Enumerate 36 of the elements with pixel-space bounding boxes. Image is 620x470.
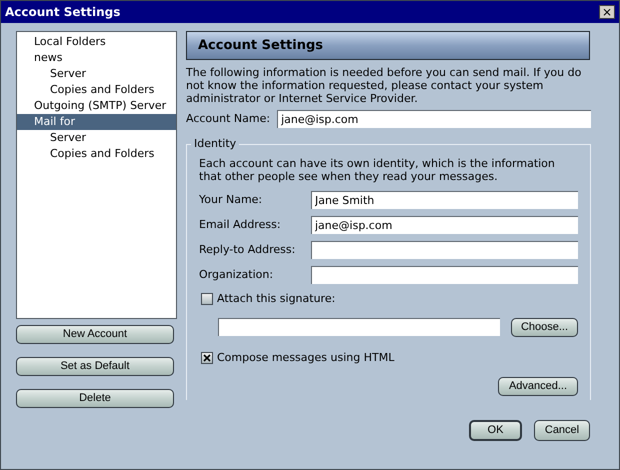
identity-description: Each account can have its own identity, which is the information that other people see when they read your messages. bbox=[199, 157, 556, 183]
field-label: Reply-to Address: bbox=[199, 242, 296, 258]
checkbox-label: Attach this signature: bbox=[217, 291, 336, 307]
tree-item[interactable]: Copies and Folders bbox=[17, 146, 176, 162]
close-button[interactable]: × bbox=[599, 5, 615, 19]
checkbox[interactable] bbox=[201, 352, 213, 364]
field-label: Email Address: bbox=[199, 216, 282, 233]
field-label: Organization: bbox=[199, 266, 274, 283]
dialog-button[interactable]: OK bbox=[469, 420, 522, 441]
side-button[interactable]: Delete bbox=[16, 389, 174, 408]
field-label: Your Name: bbox=[199, 192, 264, 208]
check-cross-icon bbox=[203, 354, 211, 362]
text-field[interactable]: jane@isp.com bbox=[277, 110, 591, 128]
dialog-button[interactable]: Cancel bbox=[534, 420, 590, 441]
text-field[interactable] bbox=[218, 318, 500, 336]
tree-item[interactable]: Server bbox=[17, 130, 176, 146]
advanced-button[interactable]: Advanced... bbox=[498, 377, 578, 396]
tree-item[interactable]: Copies and Folders bbox=[17, 82, 176, 98]
tree-item[interactable]: Mail for bbox=[17, 114, 176, 130]
field-label: Account Name: bbox=[186, 110, 270, 127]
group-legend: Identity bbox=[191, 137, 240, 151]
text-field[interactable] bbox=[311, 241, 578, 259]
side-button[interactable]: Set as Default bbox=[16, 357, 174, 376]
text-field[interactable] bbox=[311, 266, 578, 284]
intro-text: The following information is needed before you can send mail. If you do not know the information requested, please contact your system administrator or Internet Service Provider. bbox=[186, 66, 582, 105]
side-button[interactable]: New Account bbox=[16, 325, 174, 344]
checkbox-label: Compose messages using HTML bbox=[217, 350, 394, 366]
tree-item[interactable]: Server bbox=[17, 66, 176, 82]
tree-item[interactable]: Outgoing (SMTP) Server bbox=[17, 98, 176, 114]
tree-item[interactable]: Local Folders bbox=[17, 34, 176, 50]
checkbox[interactable] bbox=[201, 293, 213, 306]
choose-button[interactable]: Choose... bbox=[511, 318, 578, 336]
tree-item[interactable]: news bbox=[17, 50, 176, 66]
window-title: Account Settings bbox=[5, 4, 120, 21]
panel-heading: Account Settings bbox=[198, 36, 324, 55]
text-field[interactable]: jane@isp.com bbox=[311, 216, 578, 234]
